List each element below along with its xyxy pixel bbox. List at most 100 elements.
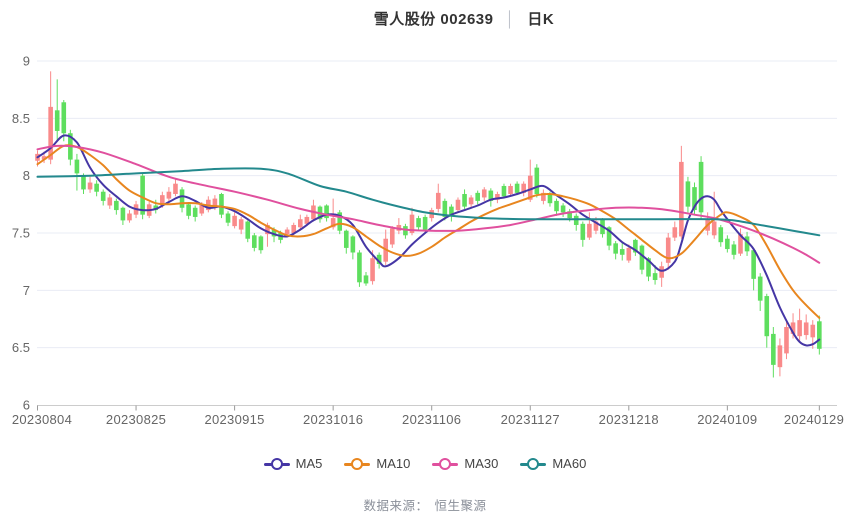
legend-label: MA5 [296, 456, 323, 471]
legend-item-ma30[interactable]: MA30 [432, 456, 498, 471]
candle-20231229[interactable] [686, 177, 691, 213]
svg-text:20230804: 20230804 [12, 412, 72, 427]
candle-20240103[interactable] [699, 156, 704, 219]
svg-text:20231127: 20231127 [501, 412, 560, 427]
candle-20231226[interactable] [666, 233, 671, 270]
candle-20231201[interactable] [554, 199, 559, 216]
candle-20230821[interactable] [107, 194, 112, 209]
candle-20230823[interactable] [121, 207, 126, 225]
candle-20231220[interactable] [640, 244, 645, 274]
svg-text:8: 8 [23, 168, 30, 183]
candle-20231107[interactable] [436, 184, 441, 213]
svg-text:20231218: 20231218 [599, 412, 659, 427]
candle-20231018[interactable] [344, 230, 349, 254]
svg-text:20230825: 20230825 [106, 412, 166, 427]
legend-item-ma60[interactable]: MA60 [520, 456, 586, 471]
svg-text:8.5: 8.5 [12, 111, 30, 126]
candle-20230822[interactable] [114, 199, 119, 215]
legend-line-circle-icon [432, 458, 458, 470]
candle-20230814[interactable] [75, 154, 80, 191]
legend: MA5 MA10 MA30 MA60 [0, 456, 850, 471]
candle-20240110[interactable] [732, 241, 737, 259]
candle-20231122[interactable] [508, 184, 513, 197]
candle-20240109[interactable] [725, 235, 730, 252]
candle-20230906[interactable] [186, 202, 191, 219]
svg-text:20240129: 20240129 [784, 412, 844, 427]
candle-20231227[interactable] [672, 222, 677, 241]
candle-20231031[interactable] [403, 224, 408, 239]
candle-20240125[interactable] [804, 314, 809, 339]
candle-20230818[interactable] [101, 189, 106, 205]
svg-text:6.5: 6.5 [12, 340, 30, 355]
candle-20231113[interactable] [462, 189, 467, 208]
candle-20230907[interactable] [193, 205, 198, 221]
candle-20231208[interactable] [587, 212, 592, 240]
y-axis-labels: 98.587.576.56 [12, 54, 30, 413]
legend-label: MA60 [552, 456, 586, 471]
candle-20231215[interactable] [620, 242, 625, 260]
candle-20231124[interactable] [521, 181, 526, 196]
candle-20231110[interactable] [456, 197, 461, 212]
candle-20230904[interactable] [173, 179, 178, 196]
legend-line-circle-icon [520, 458, 546, 470]
candle-20230915[interactable] [232, 212, 237, 228]
candle-20230921[interactable] [259, 235, 264, 253]
candle-20231117[interactable] [489, 188, 494, 206]
candle-20230816[interactable] [88, 177, 93, 193]
svg-text:20231106: 20231106 [402, 412, 461, 427]
candle-20240116[interactable] [758, 273, 763, 311]
candle-20231102[interactable] [416, 216, 421, 231]
candle-20230817[interactable] [94, 180, 99, 196]
legend-item-ma5[interactable]: MA5 [264, 456, 323, 471]
candle-20231228[interactable] [679, 146, 684, 239]
candle-20231225[interactable] [659, 262, 664, 287]
candle-20230824[interactable] [127, 210, 132, 223]
candle-20231116[interactable] [482, 187, 487, 201]
candle-20231129[interactable] [541, 189, 546, 204]
candle-20231214[interactable] [613, 241, 618, 259]
svg-text:7: 7 [23, 283, 30, 298]
candle-20231027[interactable] [390, 226, 395, 248]
candle-20240129[interactable] [817, 316, 822, 355]
candle-20230918[interactable] [239, 217, 244, 234]
candle-20231019[interactable] [351, 235, 356, 259]
candle-20231023[interactable] [364, 272, 369, 286]
x-axis-labels: 2023080420230825202309152023101620231106… [12, 412, 844, 427]
candle-20230919[interactable] [245, 220, 250, 242]
candle-20231219[interactable] [633, 239, 638, 256]
candle-20231017[interactable] [337, 210, 342, 234]
candle-20231115[interactable] [475, 191, 480, 205]
candle-20231114[interactable] [469, 195, 474, 208]
legend-item-ma10[interactable]: MA10 [344, 456, 410, 471]
candle-20230914[interactable] [226, 211, 231, 226]
candle-20240124[interactable] [797, 309, 802, 342]
svg-text:20240109: 20240109 [697, 412, 757, 427]
svg-text:20230915: 20230915 [204, 412, 264, 427]
candle-20230920[interactable] [252, 233, 257, 251]
candle-20230901[interactable] [167, 187, 172, 202]
candle-20240118[interactable] [771, 327, 776, 377]
candle-20231206[interactable] [574, 214, 579, 231]
candle-20231207[interactable] [581, 222, 586, 247]
candle-20240108[interactable] [718, 225, 723, 247]
kline-chart[interactable]: 98.587.576.56202308042023082520230915202… [0, 0, 850, 432]
candle-20240115[interactable] [751, 248, 756, 290]
candle-20231204[interactable] [561, 203, 566, 217]
candle-20231020[interactable] [357, 250, 362, 287]
candle-20240119[interactable] [778, 338, 783, 376]
candle-20231128[interactable] [535, 164, 540, 197]
candle-20240122[interactable] [784, 321, 789, 359]
data-source-value: 恒生聚源 [432, 499, 490, 513]
candles[interactable] [35, 71, 821, 377]
svg-text:7.5: 7.5 [12, 226, 30, 241]
candle-20230905[interactable] [180, 187, 185, 212]
candle-20240117[interactable] [764, 294, 769, 348]
data-source-label: 数据来源： [360, 499, 431, 513]
candle-20231103[interactable] [423, 215, 428, 232]
x-axis-ticks [38, 406, 820, 411]
legend-line-circle-icon [344, 458, 370, 470]
candle-20230809[interactable] [55, 79, 60, 140]
candle-20231013[interactable] [324, 204, 329, 221]
candle-20231026[interactable] [383, 230, 388, 266]
candle-20231030[interactable] [397, 218, 402, 234]
